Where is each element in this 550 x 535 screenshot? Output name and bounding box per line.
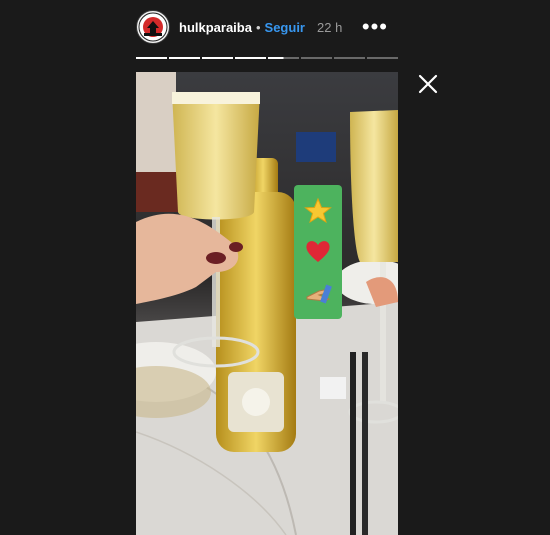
emoji-reaction-sticker xyxy=(294,185,342,319)
prayer-hands-emoji-icon xyxy=(306,284,332,304)
separator-dot: • xyxy=(255,19,261,35)
heart-emoji-icon xyxy=(306,241,330,262)
star-emoji-button[interactable] xyxy=(294,191,342,231)
progress-segment xyxy=(136,57,167,59)
progress-segment xyxy=(367,57,398,59)
progress-segment xyxy=(202,57,233,59)
progress-segment xyxy=(169,57,200,59)
progress-segment-current xyxy=(268,57,299,59)
username[interactable]: hulkparaiba xyxy=(179,20,252,35)
progress-segment xyxy=(235,57,266,59)
follow-button[interactable]: Seguir xyxy=(265,20,305,35)
avatar-logo-icon xyxy=(138,12,168,42)
progress-segment xyxy=(301,57,332,59)
story-header: hulkparaiba • Seguir 22 h ••• xyxy=(136,10,398,44)
prayer-hands-emoji-button[interactable] xyxy=(294,272,342,312)
story-progress-bar xyxy=(136,57,398,59)
progress-segment xyxy=(334,57,365,59)
story-media[interactable] xyxy=(136,72,398,535)
star-emoji-icon xyxy=(304,197,332,224)
heart-emoji-button[interactable] xyxy=(294,231,342,271)
photo-icon xyxy=(136,72,398,535)
post-time: 22 h xyxy=(317,19,343,35)
more-options-icon[interactable]: ••• xyxy=(362,16,388,38)
close-icon[interactable] xyxy=(414,70,442,98)
profile-avatar[interactable] xyxy=(136,10,170,44)
